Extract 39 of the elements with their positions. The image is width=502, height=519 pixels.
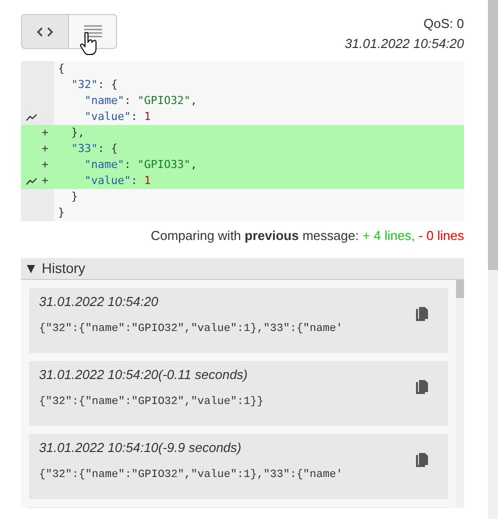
copy-icon[interactable] bbox=[416, 307, 428, 322]
code-line: { bbox=[57, 61, 65, 77]
menu-icon bbox=[84, 24, 102, 38]
history-payload: {"32":{"name":"GPIO32","value":1}} bbox=[39, 395, 264, 410]
diff-marker: + bbox=[40, 157, 50, 173]
history-time: 31.01.2022 10:54:10(-9.9 seconds) bbox=[39, 438, 242, 457]
copy-icon[interactable] bbox=[416, 380, 428, 394]
diff-marker: + bbox=[40, 125, 50, 141]
code-line: "value": 1 bbox=[83, 109, 151, 125]
history-time: 31.01.2022 10:54:20(-0.11 seconds) bbox=[39, 366, 249, 384]
code-line: "name": "GPIO33", bbox=[83, 157, 198, 173]
history-time: 31.01.2022 10:54:20 bbox=[39, 292, 160, 310]
qos-label: QoS: 0 bbox=[422, 15, 464, 33]
scrollbar[interactable] bbox=[488, 0, 498, 519]
diff-marker: + bbox=[40, 173, 50, 189]
code-line: } bbox=[57, 205, 65, 221]
timestamp: 31.01.2022 10:54:20 bbox=[344, 35, 464, 53]
code-line: "32": { bbox=[70, 77, 118, 93]
removed-count: - 0 lines bbox=[418, 228, 464, 243]
view-toggle-button[interactable] bbox=[21, 14, 69, 49]
code-line: "name": "GPIO32", bbox=[83, 93, 198, 109]
code-icon bbox=[37, 26, 53, 38]
scrollbar[interactable] bbox=[456, 280, 464, 508]
copy-icon[interactable] bbox=[416, 453, 428, 468]
code-line: "value": 1 bbox=[83, 173, 151, 189]
history-header[interactable]: ▼ History bbox=[21, 258, 464, 280]
history-payload: {"32":{"name":"GPIO32","value":1},"33":{"name' bbox=[39, 468, 344, 483]
history-payload: {"32":{"name":"GPIO32","value":1},"33":{"name' bbox=[39, 322, 344, 337]
code-line: }, bbox=[70, 125, 84, 141]
hand-cursor-icon bbox=[80, 32, 98, 56]
comparison-text: Comparing with previous message: bbox=[150, 228, 360, 243]
history-card[interactable]: 31.01.2022 10:54:10(-9.9 seconds) {"32":{"name":"GPIO32","value":1},"33":{"name' bbox=[29, 434, 448, 498]
diff-marker: + bbox=[40, 141, 50, 157]
history-card[interactable]: 31.01.2022 10:54:20(-0.11 seconds) {"32":{"name":"GPIO32","value":1}} bbox=[29, 360, 448, 426]
history-card[interactable]: 31.01.2022 10:54:20 {"32":{"name":"GPIO32","value":1},"33":{"name' bbox=[29, 288, 448, 352]
added-count: + 4 lines, bbox=[362, 228, 415, 243]
code-line: "33": { bbox=[70, 141, 118, 157]
code-line: } bbox=[70, 189, 78, 205]
view-toggle-button[interactable] bbox=[69, 14, 117, 49]
